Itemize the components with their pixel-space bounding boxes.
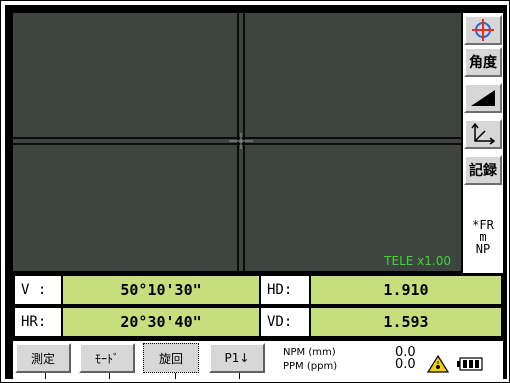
crosshair-target-icon bbox=[472, 19, 494, 41]
hr-value: 20°30'40" bbox=[63, 308, 259, 336]
slope-icon bbox=[471, 90, 495, 106]
angle-button-label: 角度 bbox=[469, 55, 497, 71]
laser-warning-icon bbox=[427, 355, 449, 373]
measure-softkey[interactable]: 測定 bbox=[15, 343, 71, 373]
status-line-3: NP bbox=[475, 242, 491, 256]
ppm-label: PPM (ppm) bbox=[283, 361, 338, 372]
target-button[interactable] bbox=[464, 15, 502, 45]
rotate-softkey[interactable]: 旋回 bbox=[143, 343, 199, 373]
v-label: V : bbox=[15, 276, 61, 304]
hd-value: 1.910 bbox=[311, 276, 501, 304]
softkey-tick bbox=[239, 373, 240, 379]
slope-button[interactable] bbox=[464, 83, 502, 113]
ppm-value: 0.0 bbox=[395, 357, 416, 372]
angle-button[interactable]: 角度 bbox=[464, 47, 502, 77]
side-panel: 角度 記録 *FR m NP bbox=[463, 13, 503, 273]
hd-label: HD: bbox=[261, 276, 309, 304]
telescope-view: TELE x1.00 bbox=[13, 13, 461, 271]
vd-value: 1.593 bbox=[311, 308, 501, 336]
softkey-bar: 測定 ﾓｰﾄﾞ 旋回 P1↓ NPM (mm) PPM (ppm) 0.0 0.… bbox=[13, 341, 503, 379]
page-softkey[interactable]: P1↓ bbox=[209, 343, 265, 373]
softkey-tick bbox=[45, 373, 46, 379]
v-value: 50°10'30" bbox=[63, 276, 259, 304]
reticle-center-icon bbox=[229, 133, 253, 149]
coordinate-axis-icon bbox=[471, 123, 495, 145]
record-button[interactable]: 記録 bbox=[464, 155, 502, 185]
hr-label: HR: bbox=[15, 308, 61, 336]
battery-icon bbox=[457, 357, 483, 371]
record-button-label: 記録 bbox=[469, 163, 497, 179]
mode-softkey[interactable]: ﾓｰﾄﾞ bbox=[79, 343, 135, 373]
softkey-tick bbox=[109, 373, 110, 379]
mode-status: *FR m NP bbox=[465, 219, 501, 255]
zoom-label: TELE x1.00 bbox=[384, 254, 451, 268]
softkey-tick bbox=[175, 373, 176, 379]
npm-label: NPM (mm) bbox=[283, 347, 336, 358]
vd-label: VD: bbox=[261, 308, 309, 336]
coordinate-button[interactable] bbox=[464, 119, 502, 149]
measurement-panel: V : 50°10'30" HD: 1.910 HR: 20°30'40" VD… bbox=[13, 274, 503, 338]
instrument-screen: TELE x1.00 角度 記録 *FR m NP V: 50°10'30" … bbox=[0, 0, 510, 383]
